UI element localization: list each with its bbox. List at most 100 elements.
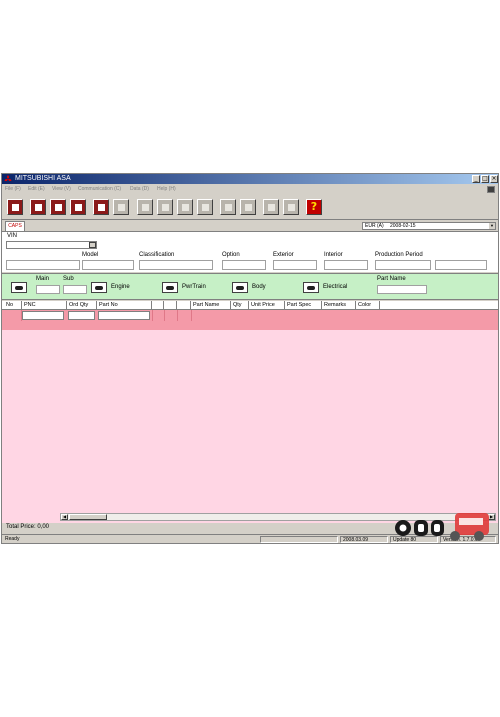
- status-empty: [260, 536, 338, 543]
- option-field[interactable]: [222, 260, 266, 270]
- previous-icon[interactable]: [220, 199, 236, 215]
- col-pnc[interactable]: PNC: [22, 301, 67, 310]
- next-icon[interactable]: [240, 199, 256, 215]
- body-label[interactable]: Body: [252, 284, 266, 290]
- vin-combobox[interactable]: [6, 241, 97, 249]
- category-bar: Main Sub Engine PwrTrain Body Electrical…: [2, 273, 498, 300]
- col-part-no[interactable]: Part No: [97, 301, 152, 310]
- vehicle-icon[interactable]: [11, 282, 27, 293]
- print-preview-icon[interactable]: [30, 199, 46, 215]
- menu-communication[interactable]: Communication (C): [78, 186, 121, 193]
- grid-divider: [152, 310, 153, 321]
- catalog-book-icon[interactable]: [93, 199, 109, 215]
- production-period-label: Production Period: [375, 252, 423, 258]
- col-blank-2[interactable]: [164, 301, 177, 310]
- body-icon[interactable]: [232, 282, 248, 293]
- part-name-field[interactable]: [377, 285, 427, 294]
- maximize-button[interactable]: □: [481, 175, 489, 183]
- part-name-label: Part Name: [377, 276, 406, 282]
- grid-divider: [191, 310, 192, 321]
- parts-grid: No PNC Ord Qty Part No Part Name Qty Uni…: [2, 301, 498, 523]
- part-no-search-icon[interactable]: [197, 199, 213, 215]
- save-list-icon[interactable]: [263, 199, 279, 215]
- powertrain-label[interactable]: PwrTrain: [182, 284, 206, 290]
- region-value: EUR (A): [365, 223, 384, 229]
- grid-input-row[interactable]: [2, 310, 498, 330]
- menu-file[interactable]: File (F): [5, 186, 21, 193]
- vin-panel: VIN Model Classification Option Exterior…: [2, 231, 498, 272]
- col-ord-qty[interactable]: Ord Qty: [67, 301, 97, 310]
- electrical-icon[interactable]: [303, 282, 319, 293]
- col-remarks[interactable]: Remarks: [322, 301, 356, 310]
- tab-row: CAPS EUR (A) 2008-02-15 ▼: [2, 221, 498, 231]
- help-button[interactable]: ?: [306, 199, 322, 215]
- obd-watermark-logo: [395, 513, 489, 541]
- status-date: 2008.03.09: [340, 536, 388, 543]
- pnc-search-icon[interactable]: [177, 199, 193, 215]
- part-no-input[interactable]: [98, 311, 150, 320]
- ord-qty-input[interactable]: [68, 311, 95, 320]
- mitsubishi-logo-icon: [4, 175, 12, 181]
- total-price: Total Price: 0,00: [6, 524, 50, 530]
- model-label: Model: [82, 252, 99, 258]
- production-period-to[interactable]: [435, 260, 487, 270]
- menu-data[interactable]: Data (D): [130, 186, 149, 193]
- col-blank-3[interactable]: [177, 301, 191, 310]
- window-title: MITSUBISHI ASA: [15, 175, 71, 182]
- model-field[interactable]: [82, 260, 134, 270]
- electrical-label[interactable]: Electrical: [323, 284, 347, 290]
- pnc-input[interactable]: [22, 311, 64, 320]
- option-label: Option: [222, 252, 240, 258]
- close-button[interactable]: ×: [490, 175, 498, 183]
- interior-field[interactable]: [324, 260, 368, 270]
- scroll-thumb[interactable]: [69, 514, 107, 520]
- vin-label: VIN: [7, 233, 18, 239]
- col-part-spec[interactable]: Part Spec: [285, 301, 322, 310]
- menu-view[interactable]: View (V): [52, 186, 71, 193]
- minimize-button[interactable]: _: [472, 175, 480, 183]
- chevron-down-icon[interactable]: [89, 242, 96, 248]
- vehicle-icon[interactable]: [157, 199, 173, 215]
- toolbar: ?: [2, 195, 498, 220]
- sub-group-label: Sub: [63, 276, 74, 282]
- grid-divider: [164, 310, 165, 321]
- engine-label[interactable]: Engine: [111, 284, 130, 290]
- grid-divider: [177, 310, 178, 321]
- chevron-down-icon[interactable]: ▼: [489, 223, 495, 229]
- col-blank-1[interactable]: [152, 301, 164, 310]
- region-select[interactable]: EUR (A) 2008-02-15 ▼: [362, 222, 496, 230]
- binoculars-search-icon[interactable]: [137, 199, 153, 215]
- main-group-field[interactable]: [36, 285, 60, 294]
- col-unit-price[interactable]: Unit Price: [249, 301, 285, 310]
- exit-icon[interactable]: [7, 199, 23, 215]
- interior-label: Interior: [324, 252, 343, 258]
- col-part-name[interactable]: Part Name: [191, 301, 231, 310]
- main-group-label: Main: [36, 276, 50, 282]
- col-color[interactable]: Color: [356, 301, 380, 310]
- illustration-icon[interactable]: [113, 199, 129, 215]
- classification-field[interactable]: [139, 260, 213, 270]
- status-ready: Ready: [5, 536, 20, 542]
- col-qty[interactable]: Qty: [231, 301, 249, 310]
- sub-group-field[interactable]: [63, 285, 87, 294]
- print-icon[interactable]: [50, 199, 66, 215]
- exterior-field[interactable]: [273, 260, 317, 270]
- classification-label: Classification: [139, 252, 175, 258]
- powertrain-icon[interactable]: [162, 282, 178, 293]
- grid-header: No PNC Ord Qty Part No Part Name Qty Uni…: [2, 301, 498, 310]
- col-no[interactable]: No: [4, 301, 22, 310]
- tab-caps[interactable]: CAPS: [5, 221, 25, 231]
- grid-divider: [21, 310, 22, 321]
- vin-detail-field[interactable]: [6, 260, 80, 270]
- menu-bar: File (F) Edit (E) View (V) Communication…: [2, 185, 498, 194]
- scroll-left-icon[interactable]: ◀: [61, 514, 68, 520]
- parts-list-icon[interactable]: [70, 199, 86, 215]
- menu-edit[interactable]: Edit (E): [28, 186, 45, 193]
- context-help-icon[interactable]: [487, 186, 495, 193]
- menu-help[interactable]: Help (H): [157, 186, 176, 193]
- catalog-date: 2008-02-15: [390, 223, 416, 229]
- engine-icon[interactable]: [91, 282, 107, 293]
- exterior-label: Exterior: [273, 252, 294, 258]
- order-icon[interactable]: [283, 199, 299, 215]
- production-period-from[interactable]: [375, 260, 431, 270]
